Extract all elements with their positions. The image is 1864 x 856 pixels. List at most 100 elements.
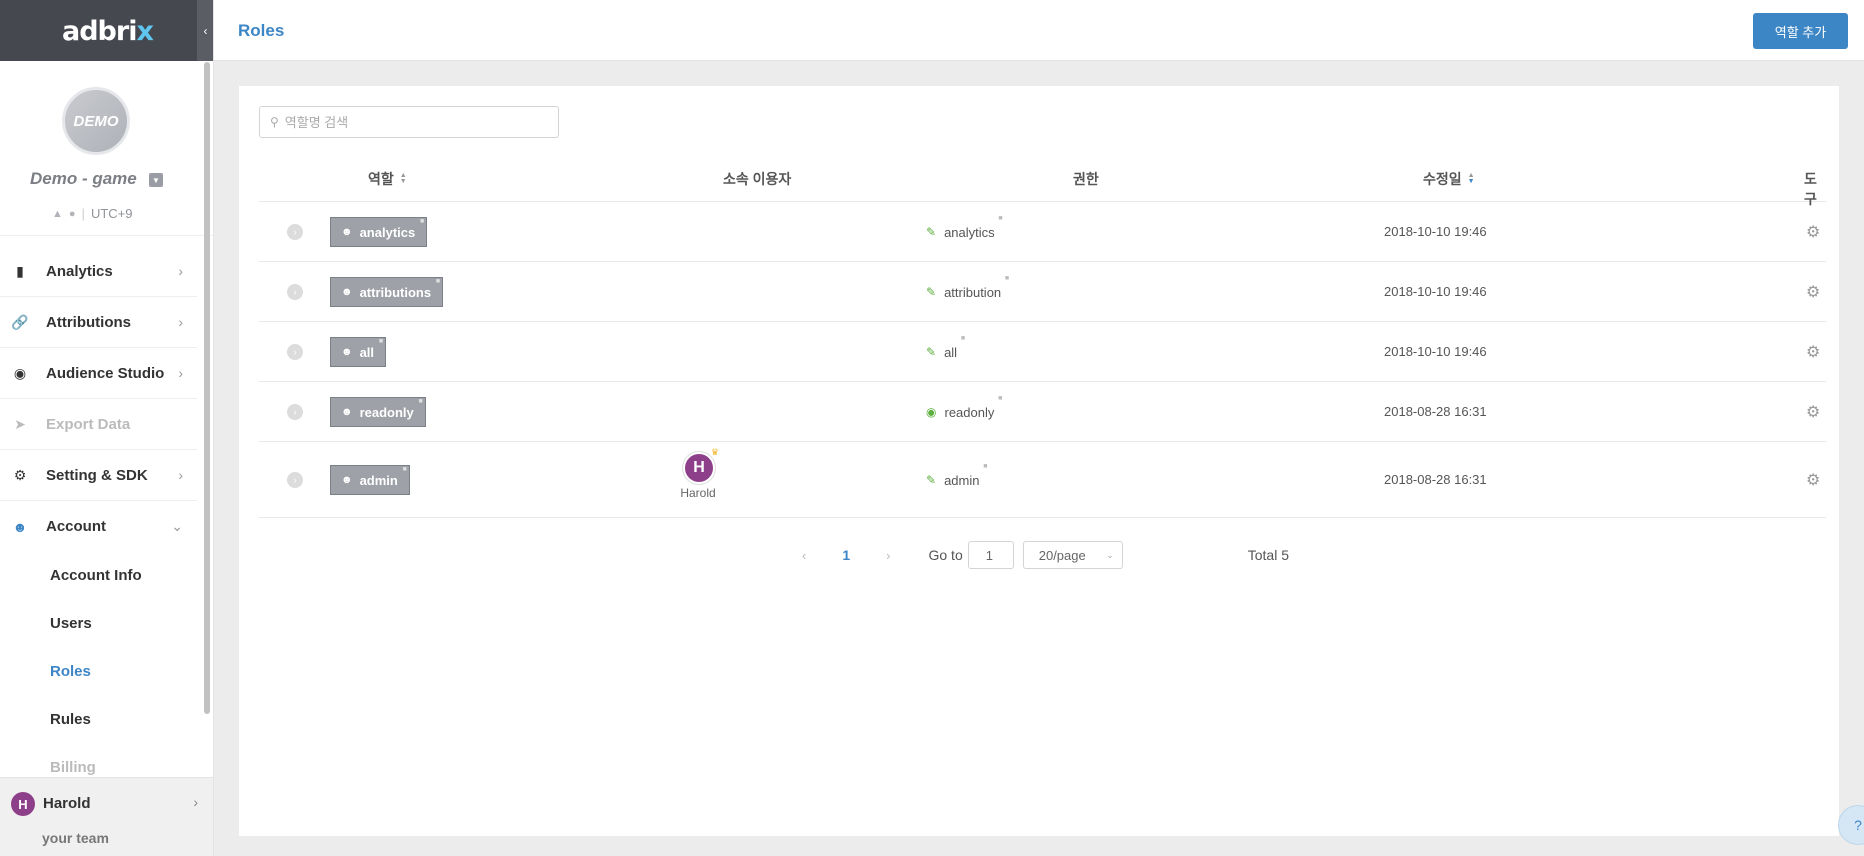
search-icon: ⚲ <box>270 115 279 129</box>
gear-icon[interactable]: ⚙ <box>1806 282 1820 302</box>
expand-row-icon[interactable]: › <box>287 404 303 420</box>
chevron-right-icon: › <box>178 467 183 483</box>
lock-icon: ■ <box>420 218 425 225</box>
lock-icon: ■ <box>418 398 423 405</box>
goto-page: Go to <box>928 541 1014 569</box>
gear-icon[interactable]: ⚙ <box>1806 342 1820 362</box>
goto-page-input[interactable] <box>967 541 1014 569</box>
role-tag[interactable]: ☻ analytics ■ <box>330 217 428 247</box>
roles-card: ⚲ 역할 ▲▼ 소속 이용자 권한 수정일 ▲▼ 도구 › ☻ analytic… <box>239 86 1839 836</box>
app-avatar: DEMO <box>62 87 130 155</box>
modified-date: 2018-10-10 19:46 <box>1384 284 1487 299</box>
help-icon[interactable]: ? <box>1838 805 1864 845</box>
permission-tag: ◉ readonly ■ <box>926 395 1003 420</box>
nav-setting-sdk[interactable]: ⚙ Setting & SDK › <box>0 450 197 501</box>
sidebar: adbrix ‹ DEMO Demo - game ▼ ▲ ● | UTC+9 … <box>0 0 214 856</box>
table-row: › ☻ admin ■ H ♛ Harold ✎ admin ■ 2018-08… <box>259 442 1826 518</box>
sort-icon[interactable]: ▲ ▼ <box>400 172 407 185</box>
role-tag[interactable]: ☻ readonly ■ <box>330 397 426 427</box>
permission-tag: ✎ attribution ■ <box>926 275 1010 300</box>
lock-icon: ■ <box>960 335 966 342</box>
collapse-sidebar-button[interactable]: ‹ <box>197 0 213 61</box>
gear-icon[interactable]: ⚙ <box>1806 402 1820 422</box>
role-tag[interactable]: ☻ admin ■ <box>330 465 410 495</box>
column-role[interactable]: 역할 ▲ ▼ <box>368 169 407 189</box>
role-search[interactable]: ⚲ <box>259 106 559 138</box>
users-icon: ☻ <box>12 518 28 535</box>
nav-account[interactable]: ☻ Account ⌄ <box>0 501 197 552</box>
nav-label: Export Data <box>46 415 131 433</box>
crown-icon: ♛ <box>710 447 719 457</box>
page-size-select[interactable]: 20/page ⌄ <box>1022 541 1123 569</box>
modified-date: 2018-10-10 19:46 <box>1384 224 1487 239</box>
total-count: Total 5 <box>1247 547 1289 563</box>
expand-row-icon[interactable]: › <box>287 284 303 300</box>
expand-row-icon[interactable]: › <box>287 224 303 240</box>
gear-icon[interactable]: ⚙ <box>1806 222 1820 242</box>
platforms: ▲ ● | UTC+9 <box>52 206 132 221</box>
prev-page-button[interactable]: ‹ <box>802 548 806 563</box>
permission-tag: ✎ admin ■ <box>926 463 988 488</box>
page-title: Roles <box>238 21 285 40</box>
app-dropdown-icon[interactable]: ▼ <box>149 173 163 187</box>
chevron-right-icon: › <box>178 365 183 381</box>
sidebar-item-rules[interactable]: Rules <box>50 711 91 728</box>
search-input[interactable] <box>284 114 545 130</box>
edit-icon: ✎ <box>926 285 937 299</box>
sidebar-item-billing[interactable]: Billing <box>50 759 96 776</box>
role-tag[interactable]: ☻ attributions ■ <box>330 277 444 307</box>
nav-audience-studio[interactable]: ◉ Audience Studio › <box>0 348 197 399</box>
sort-icon[interactable]: ▲ ▼ <box>1468 172 1475 185</box>
nav-label: Analytics <box>46 262 113 280</box>
nav-label: Account <box>46 518 106 535</box>
table-row: › ☻ all ■ ✎ all ■ 2018-10-10 19:46 ⚙ <box>259 322 1826 382</box>
nav-analytics[interactable]: ▮ Analytics › <box>0 246 197 297</box>
sidebar-scrollbar[interactable] <box>204 62 210 714</box>
edit-icon: ✎ <box>926 345 937 359</box>
column-permission: 권한 <box>1073 171 1099 187</box>
adbrix-logo[interactable]: adbrix <box>62 16 154 47</box>
export-icon: ➤ <box>14 415 26 432</box>
sidebar-item-account-info[interactable]: Account Info <box>50 567 142 584</box>
chevron-right-icon: › <box>178 314 183 330</box>
gear-icon[interactable]: ⚙ <box>1806 470 1820 490</box>
page-number[interactable]: 1 <box>842 547 850 563</box>
chevron-left-icon: ‹ <box>203 23 208 38</box>
member-name: Harold <box>680 486 716 500</box>
sidebar-item-users[interactable]: Users <box>50 615 92 632</box>
nav-attributions[interactable]: 🔗 Attributions › <box>0 297 197 348</box>
page-header: Roles 역할 추가 <box>214 0 1864 61</box>
android-icon: ▲ <box>52 207 63 220</box>
group-icon: ☻ <box>341 474 353 486</box>
next-page-button[interactable]: › <box>886 548 890 563</box>
permission-tag: ✎ all ■ <box>926 335 966 360</box>
column-modified[interactable]: 수정일 ▲ ▼ <box>1423 169 1475 189</box>
bar-chart-icon: ▮ <box>16 262 24 279</box>
nav-label: Setting & SDK <box>46 466 148 484</box>
lock-icon: ■ <box>435 278 441 285</box>
expand-row-icon[interactable]: › <box>287 344 303 360</box>
team-name: your team <box>42 830 109 846</box>
user-menu[interactable]: H Harold › your team <box>0 777 213 856</box>
chevron-down-icon: ⌄ <box>171 518 183 534</box>
table-row: › ☻ analytics ■ ✎ analytics ■ 2018-10-10… <box>259 202 1826 262</box>
expand-row-icon[interactable]: › <box>287 472 303 488</box>
nav-export-data: ➤ Export Data <box>0 399 197 450</box>
goto-label: Go to <box>928 547 963 563</box>
app-name[interactable]: Demo - game <box>30 169 137 189</box>
pagination: ‹ 1 › Go to 20/page ⌄ Total 5 <box>802 541 1289 569</box>
chevron-right-icon: › <box>178 263 183 279</box>
modified-date: 2018-10-10 19:46 <box>1384 344 1487 359</box>
column-members: 소속 이용자 <box>723 171 792 187</box>
member-avatar[interactable]: H ♛ Harold <box>680 447 719 500</box>
table-header: 역할 ▲ ▼ 소속 이용자 권한 수정일 ▲ ▼ 도구 <box>259 152 1826 207</box>
role-tag[interactable]: ☻ all ■ <box>330 337 387 367</box>
chevron-right-icon: › <box>193 794 198 810</box>
divider: | <box>81 206 85 221</box>
user-avatar: H <box>11 792 35 816</box>
sidebar-item-roles[interactable]: Roles <box>50 663 91 680</box>
nav-label: Attributions <box>46 313 131 331</box>
logo-bar: adbrix ‹ <box>0 0 213 61</box>
apple-icon: ● <box>68 207 76 220</box>
add-role-button[interactable]: 역할 추가 <box>1753 13 1848 49</box>
